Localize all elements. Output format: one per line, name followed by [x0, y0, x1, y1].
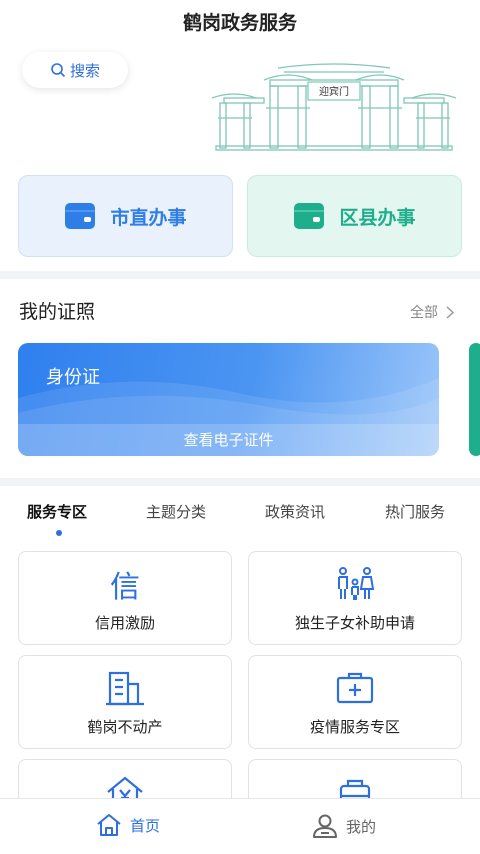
service-label: 鹤岗不动产	[87, 718, 163, 736]
tab-hot-services[interactable]: 热门服务	[385, 501, 445, 522]
divider	[0, 271, 480, 279]
header: 鹤岗政务服务 搜索 迎宾门	[0, 0, 480, 170]
user-icon	[313, 814, 337, 838]
home-icon	[97, 814, 121, 836]
chevron-right-icon	[446, 305, 454, 319]
county-affairs-button[interactable]: 区县办事	[247, 175, 462, 257]
all-label: 全部	[410, 305, 438, 321]
tab-topic-category[interactable]: 主题分类	[146, 501, 206, 522]
quick-actions: 市直办事 区县办事	[18, 175, 462, 257]
credit-char-icon: 信	[110, 570, 140, 605]
search-icon	[51, 63, 65, 77]
gate-sign-text: 迎宾门	[319, 85, 349, 98]
tab-service-zone[interactable]: 服务专区	[27, 501, 87, 522]
service-real-estate[interactable]: 鹤岗不动产	[18, 655, 232, 749]
id-card[interactable]: 身份证 查看电子证件	[18, 343, 439, 456]
folder-icon	[294, 203, 325, 229]
nav-mine[interactable]: 我的	[312, 813, 376, 839]
service-label: 独生子女补助申请	[294, 614, 415, 632]
id-card-name: 身份证	[46, 367, 100, 388]
service-tabs: 服务专区 主题分类 政策资讯 热门服务	[0, 497, 480, 537]
view-e-certificate-button[interactable]: 查看电子证件	[18, 424, 439, 456]
service-credit-incentive[interactable]: 信 信用激励	[18, 551, 232, 645]
family-icon	[338, 567, 375, 600]
page-title: 鹤岗政务服务	[182, 12, 297, 34]
medical-kit-icon	[336, 672, 374, 704]
county-affairs-label: 区县办事	[339, 206, 416, 229]
city-affairs-label: 市直办事	[110, 206, 187, 229]
nav-home[interactable]: 首页	[96, 813, 160, 837]
next-card-peek[interactable]	[469, 343, 480, 456]
building-icon	[106, 671, 144, 706]
active-tab-indicator	[56, 530, 62, 536]
city-affairs-button[interactable]: 市直办事	[18, 175, 233, 257]
service-epidemic-zone[interactable]: 疫情服务专区	[248, 655, 462, 749]
service-label: 疫情服务专区	[309, 718, 400, 736]
divider	[0, 478, 480, 486]
search-label: 搜索	[69, 61, 100, 80]
search-button[interactable]: 搜索	[22, 52, 128, 88]
gate-illustration: 迎宾门	[211, 63, 457, 151]
service-only-child-subsidy[interactable]: 独生子女补助申请	[248, 551, 462, 645]
nav-mine-label: 我的	[346, 817, 377, 836]
bottom-nav: 首页 我的	[0, 798, 480, 854]
certificates-title: 我的证照	[19, 301, 96, 323]
folder-icon	[65, 203, 96, 229]
certificates-all-link[interactable]: 全部	[410, 302, 454, 322]
tab-policy-news[interactable]: 政策资讯	[265, 501, 325, 522]
nav-home-label: 首页	[130, 816, 161, 835]
service-label: 信用激励	[94, 614, 155, 632]
